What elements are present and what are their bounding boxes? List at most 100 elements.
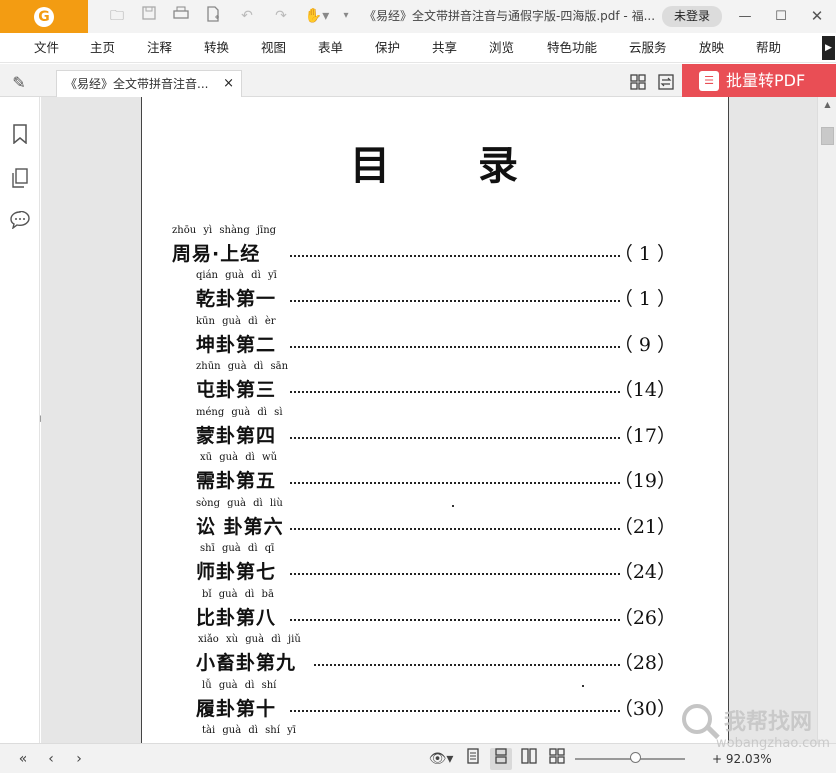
vertical-scrollbar[interactable]: ▲ <box>817 97 836 743</box>
status-bar: « ‹ › 👁▾ + 92.03% <box>0 743 836 773</box>
toc-leader-dots <box>290 528 620 530</box>
toc-label: 需卦第五 <box>196 470 277 492</box>
switch-window-icon[interactable] <box>657 74 675 90</box>
toc-label: 屯卦第三 <box>196 379 277 401</box>
scan-speck <box>452 505 454 507</box>
undo-icon[interactable]: ↶ <box>236 6 258 26</box>
edit-icon[interactable]: ✎ <box>8 72 30 94</box>
minimize-icon[interactable]: — <box>730 0 760 33</box>
toc-entry[interactable]: zhōu yì shàng jīng 周易·上经 （ 1 ） <box>142 225 728 269</box>
toc-label: 坤卦第二 <box>196 334 277 356</box>
menu-browse[interactable]: 浏览 <box>489 33 514 63</box>
page-title-char-2: 录 <box>478 142 520 189</box>
app-logo[interactable]: G <box>0 0 88 33</box>
toc-pinyin: qián guà dì yī <box>196 270 277 281</box>
prev-page-icon[interactable]: ‹ <box>40 748 62 770</box>
first-page-icon[interactable]: « <box>12 748 34 770</box>
toc-entry[interactable]: lǚ guà dì shí 履卦第十 （30） <box>142 680 728 724</box>
toc-page-number: （21） <box>613 516 676 538</box>
toc-pinyin: zhūn guà dì sān <box>196 361 289 372</box>
batch-convert-pdf-button[interactable]: ☰ 批量转PDF <box>682 64 836 97</box>
toc-label: 讼 卦第六 <box>196 516 284 538</box>
batch-convert-label: 批量转PDF <box>726 71 806 90</box>
pages-icon[interactable] <box>9 168 31 190</box>
bookmark-icon[interactable] <box>9 124 31 146</box>
single-page-icon[interactable] <box>462 748 484 770</box>
menu-convert[interactable]: 转换 <box>204 33 229 63</box>
scroll-thumb[interactable] <box>821 127 834 145</box>
menu-annotate[interactable]: 注释 <box>147 33 172 63</box>
menu-form[interactable]: 表单 <box>318 33 343 63</box>
document-viewport[interactable]: 目录 zhōu yì shàng jīng 周易·上经 （ 1 ） qián g… <box>41 97 817 743</box>
toc-leader-dots <box>290 619 620 621</box>
toc-label: 小畜卦第九 <box>196 652 297 674</box>
toc-pinyin: kūn guà dì èr <box>196 316 276 327</box>
menu-features[interactable]: 特色功能 <box>547 33 597 63</box>
menu-protect[interactable]: 保护 <box>375 33 400 63</box>
toc-pinyin: shī guà dì qī <box>200 543 275 554</box>
menu-cloud[interactable]: 云服务 <box>629 33 667 63</box>
toc-entry[interactable]: bǐ guà dì bā 比卦第八 （26） <box>142 589 728 633</box>
app-logo-mark: G <box>34 6 54 27</box>
menu-home[interactable]: 主页 <box>90 33 115 63</box>
toc-leader-dots <box>290 391 620 393</box>
menu-help[interactable]: 帮助 <box>756 33 781 63</box>
tab-close-icon[interactable]: × <box>223 71 234 97</box>
toc-entry[interactable]: tài guà dì shí yī <box>142 725 728 743</box>
two-continuous-icon[interactable] <box>546 748 568 770</box>
zoom-slider-handle[interactable] <box>630 752 641 763</box>
toc-leader-dots <box>290 437 620 439</box>
zoom-level[interactable]: + 92.03% <box>712 744 772 773</box>
menu-share[interactable]: 共享 <box>432 33 457 63</box>
print-icon[interactable] <box>170 6 192 26</box>
hand-tool-icon[interactable]: ✋▾ <box>302 6 332 26</box>
save-icon[interactable] <box>138 6 160 26</box>
toc-page-number: （28） <box>613 652 676 674</box>
open-folder-icon[interactable]: 🗀 <box>106 6 128 26</box>
redo-icon[interactable]: ↷ <box>270 6 292 26</box>
menu-bar: 文件 主页 注释 转换 视图 表单 保护 共享 浏览 特色功能 云服务 放映 帮… <box>0 33 836 63</box>
eye-mode-icon[interactable]: 👁▾ <box>426 748 456 770</box>
scan-speck <box>582 685 584 687</box>
toc-label: 蒙卦第四 <box>196 425 277 447</box>
page-title-char-1: 目 <box>350 142 392 189</box>
toc-entry[interactable]: méng guà dì sì 蒙卦第四 （17） <box>142 407 728 451</box>
continuous-page-icon[interactable] <box>490 748 512 770</box>
toc-entry[interactable]: zhūn guà dì sān 屯卦第三 （14） <box>142 361 728 405</box>
toc-leader-dots <box>290 346 620 348</box>
toc-pinyin: xiǎo xù guà dì jiǔ <box>198 634 301 645</box>
next-page-icon[interactable]: › <box>68 748 90 770</box>
grid-view-icon[interactable] <box>629 74 647 90</box>
toc-entry[interactable]: qián guà dì yī 乾卦第一 （ 1 ） <box>142 270 728 314</box>
toc-entry[interactable]: xū guà dì wǔ 需卦第五 （19） <box>142 452 728 496</box>
toc-page-number: （14） <box>613 379 676 401</box>
customize-dropdown-icon[interactable]: ▾ <box>340 6 352 26</box>
toc-leader-dots <box>290 482 620 484</box>
close-icon[interactable]: ✕ <box>802 0 832 33</box>
menu-more-arrow-icon[interactable]: ▶ <box>822 36 835 60</box>
toc-entry[interactable]: sòng guà dì liù 讼 卦第六 （21） <box>142 498 728 542</box>
two-page-icon[interactable] <box>518 748 540 770</box>
toc-page-number: （24） <box>613 561 676 583</box>
comment-icon[interactable] <box>9 210 31 233</box>
menu-view[interactable]: 视图 <box>261 33 286 63</box>
zoom-value: 92.03% <box>725 752 772 766</box>
document-tab[interactable]: 《易经》全文带拼音注音... × <box>56 70 242 97</box>
scroll-up-icon[interactable]: ▲ <box>821 99 834 111</box>
login-button[interactable]: 未登录 <box>662 6 722 27</box>
toc-entry[interactable]: xiǎo xù guà dì jiǔ 小畜卦第九 （28） <box>142 634 728 678</box>
toc-leader-dots <box>290 300 620 302</box>
menu-slideshow[interactable]: 放映 <box>699 33 724 63</box>
new-page-icon[interactable] <box>202 6 224 26</box>
menu-file[interactable]: 文件 <box>34 33 59 63</box>
toc-entry[interactable]: shī guà dì qī 师卦第七 （24） <box>142 543 728 587</box>
toc-pinyin: tài guà dì shí yī <box>202 725 296 736</box>
page-title: 目录 <box>142 133 728 191</box>
toc-entry[interactable]: kūn guà dì èr 坤卦第二 （ 9 ） <box>142 316 728 360</box>
toc-label: 乾卦第一 <box>196 288 277 310</box>
toc-page-number: （ 1 ） <box>613 243 676 265</box>
maximize-icon[interactable]: ☐ <box>766 0 796 33</box>
left-sidebar <box>0 97 40 743</box>
toc-leader-dots <box>290 573 620 575</box>
pdf-page: 目录 zhōu yì shàng jīng 周易·上经 （ 1 ） qián g… <box>141 97 729 743</box>
